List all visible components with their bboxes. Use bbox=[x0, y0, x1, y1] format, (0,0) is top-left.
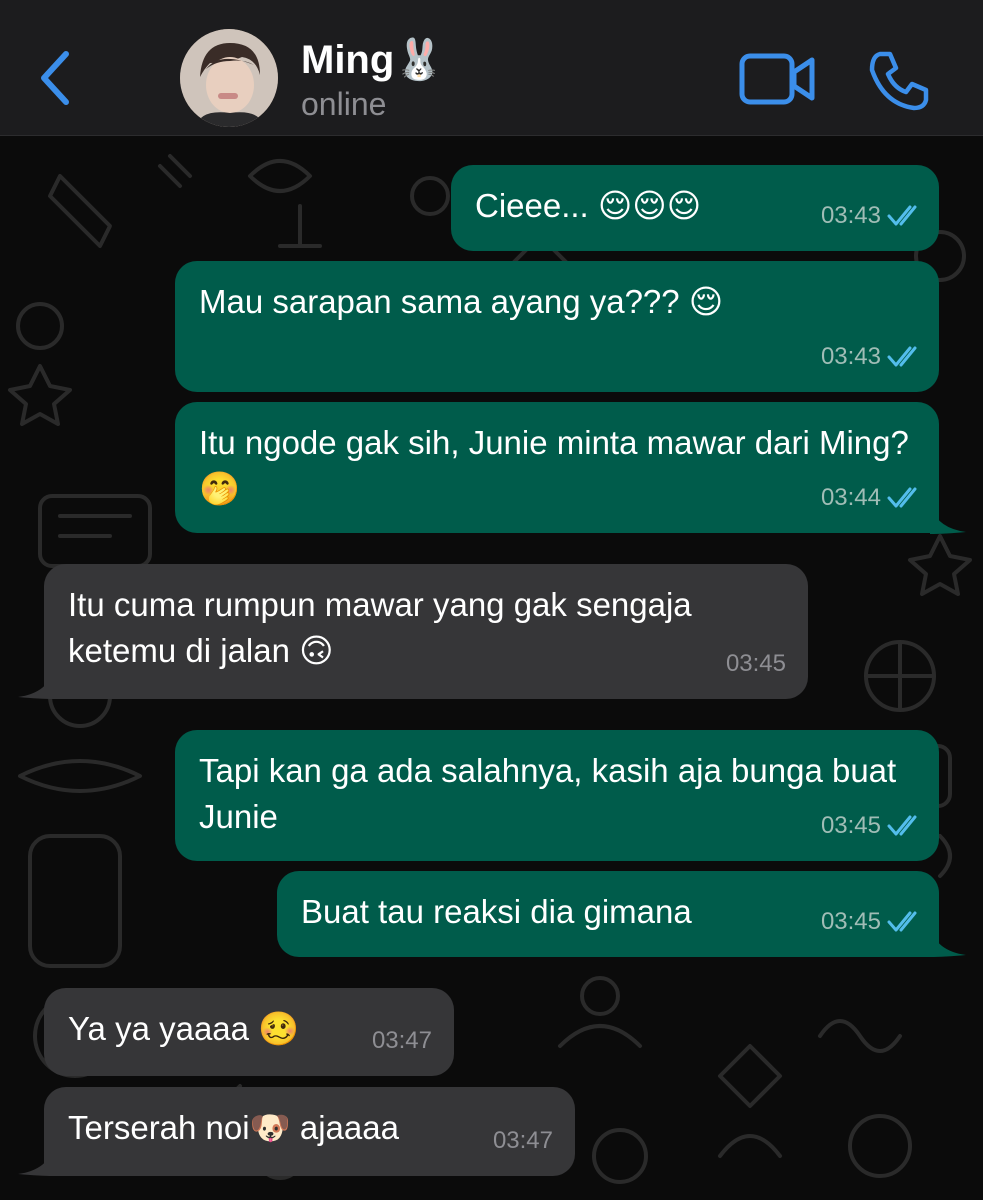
message-time: 03:45 bbox=[820, 812, 881, 839]
double-check-icon bbox=[887, 205, 917, 226]
message-bubble-incoming[interactable]: Itu cuma rumpun mawar yang gak sengaja k… bbox=[44, 564, 808, 699]
message-time: 03:44 bbox=[820, 484, 881, 511]
message-time: 03:45 bbox=[725, 650, 786, 677]
back-button[interactable] bbox=[30, 46, 86, 110]
message-meta: 03:47 bbox=[372, 1018, 432, 1064]
chat-header: Ming🐰 online bbox=[0, 0, 983, 136]
bubble-tail-incoming bbox=[18, 669, 54, 699]
bubble-tail-incoming bbox=[18, 1146, 54, 1176]
back-chevron-icon bbox=[41, 51, 69, 105]
video-call-icon bbox=[739, 53, 815, 105]
message-meta: 03:45 bbox=[821, 899, 925, 945]
bubble-tail-outgoing bbox=[930, 504, 966, 534]
contact-status: online bbox=[301, 86, 387, 122]
message-time: 03:45 bbox=[820, 908, 881, 935]
message-text: Mau sarapan sama ayang ya??? 😌 bbox=[199, 283, 724, 320]
message-bubble-incoming[interactable]: Ya ya yaaaa 🥴 03:47 bbox=[44, 988, 454, 1076]
double-check-icon bbox=[887, 911, 917, 932]
message-meta: 03:45 bbox=[726, 641, 786, 687]
message-text: Itu ngode gak sih, Junie minta mawar dar… bbox=[199, 424, 909, 507]
message-bubble-incoming[interactable]: Terserah noi🐶 ajaaaa 03:47 bbox=[44, 1087, 575, 1176]
message-meta: 03:45 bbox=[821, 803, 925, 849]
message-time: 03:43 bbox=[820, 343, 881, 370]
message-bubble-outgoing[interactable]: Mau sarapan sama ayang ya??? 😌 03:43 bbox=[175, 261, 939, 392]
message-bubble-outgoing[interactable]: Tapi kan ga ada salahnya, kasih aja bung… bbox=[175, 730, 939, 861]
message-bubble-outgoing[interactable]: Itu ngode gak sih, Junie minta mawar dar… bbox=[175, 402, 939, 533]
chat-area[interactable]: Cieee... 😌😌😌 03:43 Mau sarapan sama ayan… bbox=[0, 136, 983, 1200]
message-text: Terserah noi🐶 ajaaaa bbox=[68, 1109, 399, 1146]
contact-name[interactable]: Ming🐰 bbox=[301, 36, 444, 83]
voice-call-button[interactable] bbox=[866, 48, 930, 112]
video-call-button[interactable] bbox=[738, 52, 818, 106]
message-meta: 03:43 bbox=[821, 334, 925, 380]
contact-avatar[interactable] bbox=[180, 29, 278, 127]
avatar-photo bbox=[180, 29, 278, 127]
rabbit-emoji: 🐰 bbox=[394, 37, 445, 83]
phone-call-icon bbox=[869, 51, 929, 111]
double-check-icon bbox=[887, 487, 917, 508]
message-bubble-outgoing[interactable]: Cieee... 😌😌😌 03:43 bbox=[451, 165, 939, 251]
message-time: 03:43 bbox=[820, 202, 881, 229]
message-bubble-outgoing[interactable]: Buat tau reaksi dia gimana 03:45 bbox=[277, 871, 939, 957]
message-meta: 03:47 bbox=[493, 1118, 553, 1164]
message-meta: 03:43 bbox=[821, 193, 925, 239]
message-text: Itu cuma rumpun mawar yang gak sengaja k… bbox=[68, 586, 692, 669]
double-check-icon bbox=[887, 815, 917, 836]
double-check-icon bbox=[887, 346, 917, 367]
bubble-tail-outgoing bbox=[930, 927, 966, 957]
message-meta: 03:44 bbox=[821, 475, 925, 521]
message-text: Tapi kan ga ada salahnya, kasih aja bung… bbox=[199, 752, 897, 835]
message-time: 03:47 bbox=[492, 1127, 553, 1154]
message-time: 03:47 bbox=[371, 1027, 432, 1054]
contact-name-text: Ming bbox=[301, 38, 395, 82]
